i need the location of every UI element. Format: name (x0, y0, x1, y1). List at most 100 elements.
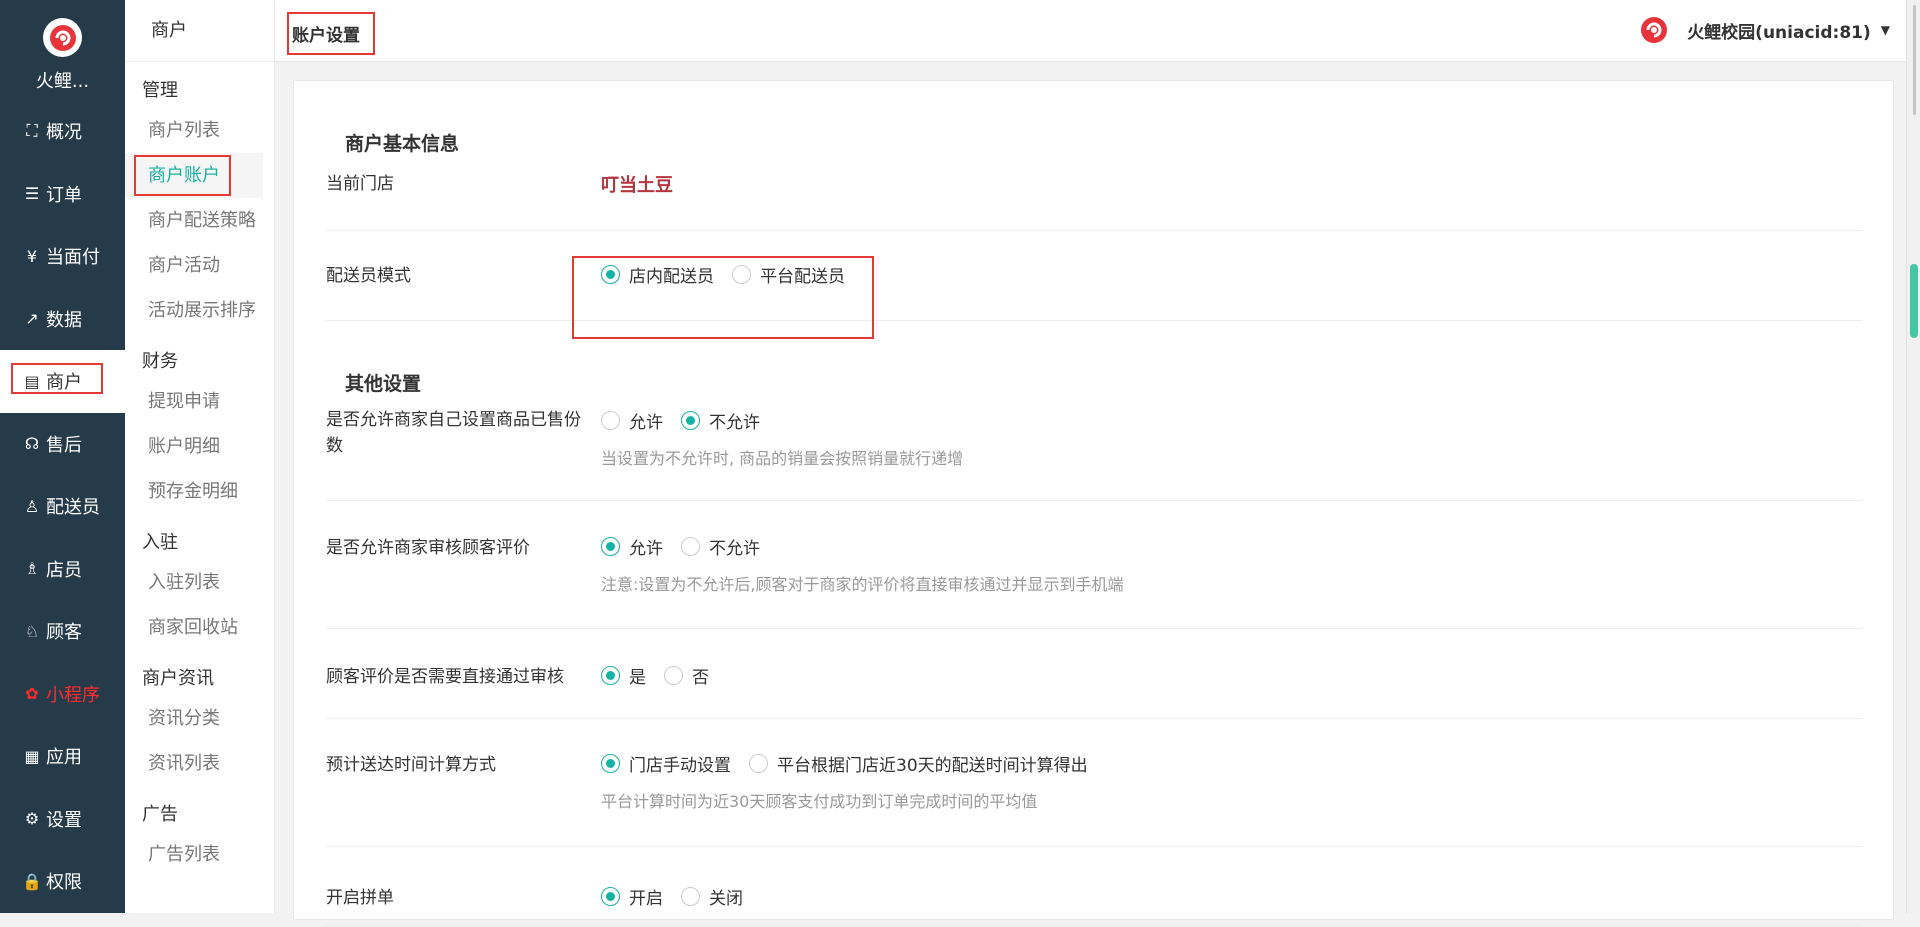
brand-name: 火鲤... (35, 71, 90, 92)
radio-option[interactable]: 允许 (601, 408, 663, 433)
radio-unchecked-icon[interactable] (749, 753, 768, 773)
current-store-row: 当前门店 叮当土豆 (326, 171, 1862, 231)
nav-item-label: 应用 (46, 747, 82, 769)
nav-item-courier[interactable]: ♙ 配送员 (0, 475, 125, 538)
main-sidebar: 火鲤... ⛶ 概况 ☰ 订单 ¥ 当面付 ↗ 数据 ▤ 商户 ☊ 售后 ♙ 配送员 ♗ 店员 ♘ 顾客 ✿ 小程序 ▦… (0, 0, 125, 913)
brand-logo-icon[interactable] (43, 18, 82, 57)
nav-item-pay[interactable]: ¥ 当面付 (0, 225, 125, 288)
nav-item-overview[interactable]: ⛶ 概况 (0, 100, 125, 163)
radio-unchecked-icon[interactable] (664, 665, 683, 685)
radio-option-label: 否 (692, 667, 709, 688)
radio-checked-icon[interactable] (601, 753, 620, 773)
radio-checked-icon[interactable] (601, 536, 620, 556)
nav-item-data[interactable]: ↗ 数据 (0, 288, 125, 351)
submenu-item-label: 商户列表 (148, 120, 220, 141)
radio-option[interactable]: 门店手动设置 (601, 751, 731, 776)
nav-item-label: 小程序 (46, 684, 100, 706)
submenu-group-title: 财务 (142, 351, 178, 372)
user-icon: ♙ (24, 496, 40, 516)
setting-label: 开启拼单 (326, 888, 394, 908)
customer-icon: ♘ (24, 621, 40, 641)
submenu-item[interactable]: 商户列表 (125, 108, 274, 153)
headset-icon: ☊ (24, 434, 40, 454)
nav-item-clerk[interactable]: ♗ 店员 (0, 538, 125, 601)
nav-item-label: 店员 (46, 559, 82, 581)
submenu-item[interactable]: 活动展示排序 (125, 288, 274, 333)
radio-group: 是否 (601, 662, 727, 688)
nav-item-aftersale[interactable]: ☊ 售后 (0, 413, 125, 476)
nav-item-miniapp[interactable]: ✿ 小程序 (0, 663, 125, 726)
submenu-item[interactable]: 商户活动 (125, 243, 274, 288)
nav-item-orders[interactable]: ☰ 订单 (0, 163, 125, 226)
submenu-group-title: 管理 (142, 80, 178, 101)
nav-item-label: 设置 (46, 809, 82, 831)
nav-item-label: 权限 (46, 872, 82, 894)
nav-item-label: 当面付 (46, 247, 100, 269)
setting-value: 开启 关闭 (601, 883, 761, 909)
clerk-icon: ♗ (24, 559, 40, 579)
radio-unchecked-icon[interactable] (681, 886, 700, 906)
radio-option[interactable]: 不允许 (681, 408, 760, 433)
dashboard-icon: ⛶ (26, 121, 38, 141)
radio-unchecked-icon[interactable] (601, 410, 620, 430)
submenu-item[interactable]: 入驻列表 (125, 560, 274, 605)
radio-option-label: 允许 (629, 538, 663, 559)
radio-option[interactable]: 否 (664, 663, 709, 688)
submenu-item[interactable]: 提现申请 (125, 379, 274, 424)
nav-item-perm[interactable]: 🔒 权限 (0, 850, 125, 913)
setting-value: 允许 不允许当设置为不允许时, 商品的销量会按照销量就行递增 (601, 407, 963, 469)
submenu-item[interactable]: 商户账户 (125, 153, 263, 198)
scrollbar-thumb[interactable] (1910, 264, 1918, 338)
settings-panel: 商户基本信息 当前门店 叮当土豆 配送员模式 店内配送员 平台配送员 其他设置 是… (293, 80, 1894, 927)
submenu-item[interactable]: 资讯分类 (125, 696, 274, 741)
radio-option[interactable]: 是 (601, 663, 646, 688)
nav-item-customer[interactable]: ♘ 顾客 (0, 600, 125, 663)
radio-option-label: 关闭 (709, 888, 743, 909)
submenu-item-label: 资讯分类 (148, 708, 220, 729)
lock-icon: 🔒 (22, 871, 42, 891)
radio-option-label: 允许 (629, 412, 663, 433)
submenu-item[interactable]: 账户明细 (125, 424, 274, 469)
radio-option-label: 不允许 (709, 412, 760, 433)
list-icon: ☰ (24, 184, 40, 204)
submenu-item-label: 提现申请 (148, 391, 220, 412)
radio-unchecked-icon[interactable] (681, 536, 700, 556)
radio-group: 允许 不允许 (601, 407, 963, 433)
submenu-active-highlight (134, 155, 231, 196)
radio-option[interactable]: 允许 (601, 534, 663, 559)
page-scrollbar[interactable] (1906, 0, 1920, 913)
radio-checked-icon[interactable] (601, 886, 620, 906)
account-menu[interactable]: 火鲤校园(uniacid:81) ▼ (1639, 15, 1890, 45)
current-store-label: 当前门店 (326, 174, 394, 194)
radio-checked-icon[interactable] (601, 665, 620, 685)
radio-option[interactable]: 开启 (601, 884, 663, 909)
submenu-item-label: 商户活动 (148, 255, 220, 276)
nav-item-settings[interactable]: ⚙ 设置 (0, 788, 125, 851)
setting-hint: 当设置为不允许时, 商品的销量会按照销量就行递增 (601, 449, 964, 468)
brand: 火鲤... (0, 0, 125, 100)
page-title: 账户设置 (287, 12, 375, 55)
submenu-item[interactable]: 商户配送策略 (125, 198, 274, 243)
setting-hint: 注意:设置为不允许后,顾客对于商家的评价将直接审核通过并显示到手机端 (601, 575, 1124, 594)
radio-option[interactable]: 关闭 (681, 884, 743, 909)
radio-option[interactable]: 不允许 (681, 534, 760, 559)
nav-item-apps[interactable]: ▦ 应用 (0, 725, 125, 788)
submenu: 商户 管理 商户列表 商户账户 商户配送策略 商户活动 活动展示排序 财务 提现申请 账户明细预… (125, 0, 275, 913)
submenu-item-label: 预存金明细 (148, 481, 238, 502)
radio-option[interactable]: 平台根据门店近30天的配送时间计算得出 (749, 751, 1088, 776)
radio-group: 开启 关闭 (601, 883, 761, 909)
top-header: 账户设置 火鲤校园(uniacid:81) ▼ (275, 0, 1920, 62)
submenu-item[interactable]: 广告列表 (125, 832, 274, 877)
nav-item-merchant[interactable]: ▤ 商户 (0, 350, 125, 413)
radio-group: 允许 不允许 (601, 533, 1123, 559)
nav-item-label: 售后 (46, 434, 82, 456)
submenu-item[interactable]: 资讯列表 (125, 741, 274, 786)
other-settings-title: 其他设置 (345, 373, 422, 395)
submenu-item-label: 活动展示排序 (148, 300, 256, 321)
submenu-item[interactable]: 商家回收站 (125, 605, 274, 650)
radio-checked-icon[interactable] (681, 410, 700, 430)
chevron-down-icon: ▼ (1880, 23, 1890, 37)
current-store-value: 叮当土豆 (601, 175, 673, 196)
submenu-item[interactable]: 预存金明细 (125, 469, 274, 514)
submenu-group-title: 入驻 (142, 532, 178, 553)
